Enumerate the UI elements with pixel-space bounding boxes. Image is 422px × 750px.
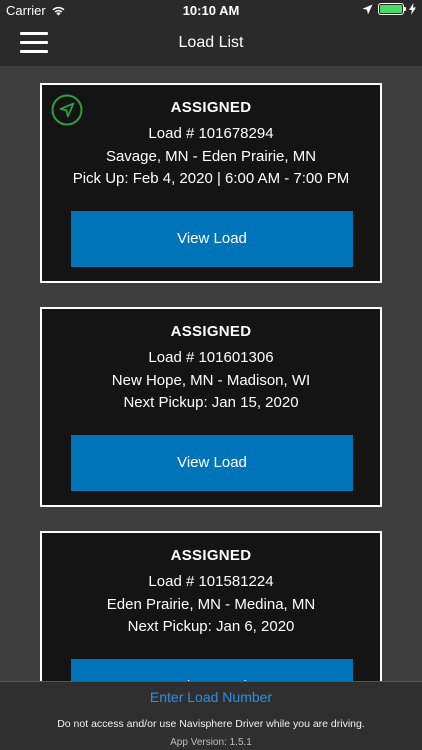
- load-pickup: Next Pickup: Jan 6, 2020: [127, 618, 295, 635]
- load-card: ASSIGNED Load # 101601306 New Hope, MN -…: [40, 307, 382, 507]
- load-number: Load # 101581224: [148, 573, 274, 590]
- app-version: App Version: 1.5.1: [170, 737, 252, 748]
- status-time: 10:10 AM: [182, 3, 240, 18]
- view-load-button[interactable]: View Load: [71, 659, 353, 681]
- footer: Enter Load Number Do not access and/or u…: [0, 681, 422, 750]
- status-bar: Carrier 10:10 AM: [0, 0, 422, 22]
- battery-icon: [378, 3, 406, 15]
- load-card: ASSIGNED Load # 101678294 Savage, MN - E…: [40, 83, 382, 283]
- load-route: Savage, MN - Eden Prairie, MN: [105, 148, 317, 165]
- view-load-button[interactable]: View Load: [71, 435, 353, 491]
- load-number: Load # 101678294: [148, 125, 274, 142]
- load-pickup: Next Pickup: Jan 15, 2020: [123, 394, 299, 411]
- load-card: ASSIGNED Load # 101581224 Eden Prairie, …: [40, 531, 382, 681]
- load-status: ASSIGNED: [170, 99, 252, 116]
- location-arrow-icon: [362, 4, 373, 14]
- battery-level: [380, 5, 402, 13]
- load-number: Load # 101601306: [148, 349, 274, 366]
- load-route: Eden Prairie, MN - Medina, MN: [106, 596, 316, 613]
- page-title: Load List: [178, 34, 244, 51]
- view-load-button[interactable]: View Load: [71, 211, 353, 267]
- driving-warning: Do not access and/or use Navisphere Driv…: [57, 718, 365, 730]
- status-bar-right: [362, 3, 416, 15]
- load-route: New Hope, MN - Madison, WI: [111, 372, 311, 389]
- navigation-bar: Load List: [0, 22, 422, 66]
- load-list[interactable]: ASSIGNED Load # 101678294 Savage, MN - E…: [0, 66, 422, 681]
- load-status: ASSIGNED: [170, 547, 252, 564]
- load-pickup: Pick Up: Feb 4, 2020 | 6:00 AM - 7:00 PM: [72, 170, 350, 187]
- enter-load-number-link[interactable]: Enter Load Number: [0, 689, 422, 705]
- charging-bolt-icon: [409, 3, 416, 15]
- load-status: ASSIGNED: [170, 323, 252, 340]
